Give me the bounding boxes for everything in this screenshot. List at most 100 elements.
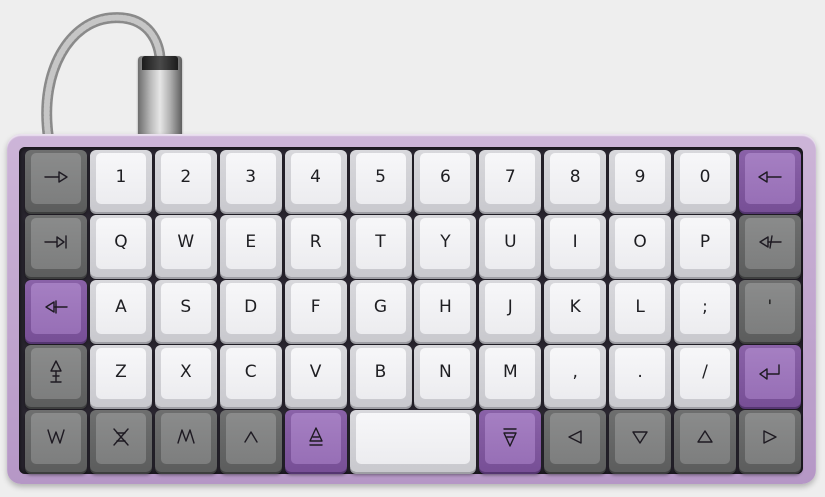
keycap-top: Q: [95, 218, 146, 269]
arrow-up-icon: [696, 429, 714, 445]
key-punct[interactable]: /: [674, 345, 736, 407]
key-r[interactable]: R: [284, 215, 347, 277]
key-x[interactable]: X: [154, 345, 217, 407]
key-delete-arrow[interactable]: [738, 215, 801, 277]
key-legend: J: [507, 296, 513, 317]
key-8[interactable]: 8: [544, 150, 607, 212]
key-caret-up[interactable]: [219, 410, 282, 472]
key-i[interactable]: I: [544, 215, 607, 277]
keycap-top: [31, 348, 81, 399]
key-n[interactable]: N: [414, 345, 477, 407]
key-d[interactable]: D: [219, 280, 282, 342]
key-escape-arrow[interactable]: [25, 280, 87, 342]
key-c[interactable]: C: [219, 345, 282, 407]
key-o[interactable]: O: [609, 215, 672, 277]
key-legend: 8: [569, 166, 581, 187]
key-lower-triangle[interactable]: [479, 410, 542, 472]
arrow-right-icon: [761, 429, 779, 445]
key-arrow-right[interactable]: [738, 410, 801, 472]
keycap-top: [290, 413, 341, 464]
key-tab-key[interactable]: [25, 215, 87, 277]
key-q[interactable]: Q: [89, 215, 152, 277]
key-legend: ;: [702, 296, 708, 317]
key-alt-double-caret[interactable]: [89, 410, 152, 472]
keycap-top: [31, 153, 81, 204]
key-y[interactable]: Y: [414, 215, 477, 277]
key-3[interactable]: 3: [219, 150, 282, 212]
arrow-down-icon: [631, 429, 649, 445]
key-legend: 4: [310, 166, 321, 187]
key-punct[interactable]: ;: [674, 280, 736, 342]
key-m[interactable]: M: [479, 345, 542, 407]
key-legend: U: [504, 231, 517, 252]
key-t[interactable]: T: [349, 215, 412, 277]
keycap-top: X: [160, 348, 211, 399]
key-e[interactable]: E: [219, 215, 282, 277]
key-tab-right-arrow[interactable]: [25, 150, 87, 212]
key-raise-triangle[interactable]: [284, 410, 347, 472]
key-legend: P: [699, 231, 711, 252]
key-punct[interactable]: ': [738, 280, 801, 342]
key-j[interactable]: J: [479, 280, 542, 342]
key-legend: N: [439, 361, 452, 382]
key-f[interactable]: F: [284, 280, 347, 342]
key-arrow-up[interactable]: [674, 410, 736, 472]
key-arrow-left[interactable]: [544, 410, 607, 472]
key-5[interactable]: 5: [349, 150, 412, 212]
key-legend: 1: [115, 166, 127, 187]
key-shift-arrow[interactable]: [25, 345, 87, 407]
key-7[interactable]: 7: [479, 150, 542, 212]
key-legend: K: [569, 296, 581, 317]
key-2[interactable]: 2: [154, 150, 217, 212]
keycap-top: [615, 413, 666, 464]
keycap-top: ;: [680, 283, 730, 334]
key-punct[interactable]: .: [609, 345, 672, 407]
keycap-top: [744, 153, 795, 204]
usb-c-plug: [138, 56, 182, 138]
keycap-top: P: [680, 218, 730, 269]
key-arrow-down[interactable]: [609, 410, 672, 472]
keycap-top: [95, 413, 146, 464]
key-a[interactable]: A: [89, 280, 152, 342]
key-z[interactable]: Z: [89, 345, 152, 407]
key-punct[interactable]: ,: [544, 345, 607, 407]
key-control-caret[interactable]: [25, 410, 87, 472]
key-s[interactable]: S: [154, 280, 217, 342]
key-gui-caret[interactable]: [154, 410, 217, 472]
key-u[interactable]: U: [479, 215, 542, 277]
control-caret-icon: [46, 428, 66, 446]
keycap-top: [355, 413, 471, 464]
key-4[interactable]: 4: [284, 150, 347, 212]
key-l[interactable]: L: [609, 280, 672, 342]
key-1[interactable]: 1: [89, 150, 152, 212]
keycap-top: [485, 413, 536, 464]
shift-arrow-icon: [48, 359, 64, 385]
keycap-top: V: [290, 348, 341, 399]
key-6[interactable]: 6: [414, 150, 477, 212]
keycap-top: 0: [680, 153, 730, 204]
keycap-top: ': [744, 283, 795, 334]
keycap-top: Y: [420, 218, 471, 269]
keycap-top: 7: [485, 153, 536, 204]
key-backspace-arrow[interactable]: [738, 150, 801, 212]
key-v[interactable]: V: [284, 345, 347, 407]
key-k[interactable]: K: [544, 280, 607, 342]
key-b[interactable]: B: [349, 345, 412, 407]
keycap-top: 3: [225, 153, 276, 204]
key-g[interactable]: G: [349, 280, 412, 342]
escape-arrow-icon: [43, 298, 69, 316]
keycap-top: [744, 218, 795, 269]
key-w[interactable]: W: [154, 215, 217, 277]
keycap-top: G: [355, 283, 406, 334]
key-legend: 2: [180, 166, 192, 187]
key-0[interactable]: 0: [674, 150, 736, 212]
key-p[interactable]: P: [674, 215, 736, 277]
keycap-top: [31, 218, 81, 269]
key-9[interactable]: 9: [609, 150, 672, 212]
spacebar-key[interactable]: [349, 410, 477, 472]
key-enter-arrow[interactable]: [738, 345, 801, 407]
key-legend: ': [767, 296, 773, 317]
keycap-top: [680, 413, 730, 464]
key-legend: T: [375, 231, 386, 252]
key-h[interactable]: H: [414, 280, 477, 342]
